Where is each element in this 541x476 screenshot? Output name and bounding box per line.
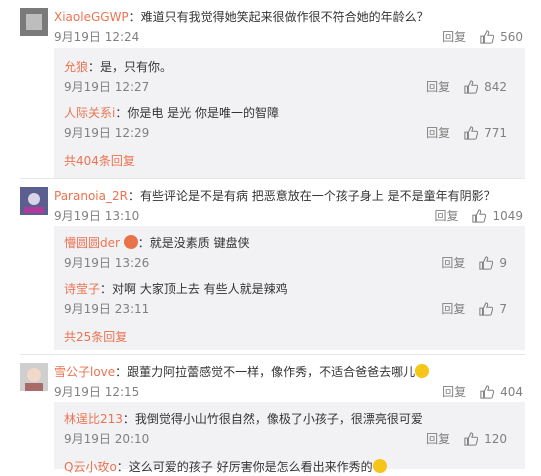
reply-username[interactable]: 人际关系i — [64, 106, 115, 120]
comment-username[interactable]: 雪公子love — [54, 365, 115, 379]
reply-meta: 9月19日 13:26 回复 9 — [64, 254, 525, 272]
angry-emoji-icon — [123, 235, 138, 249]
reply-text: ：这么可爱的孩子 好厉害你是怎么看出来作秀的 — [116, 460, 373, 474]
reply-username[interactable]: 林逞比213 — [64, 412, 123, 426]
reply-list: 林逞比213：我倒觉得小山竹很自然，像极了小孩子，很漂亮很可爱 9月19日 20… — [54, 402, 525, 474]
comment-actions: 回复 1049 — [434, 207, 523, 224]
thumbs-up-icon — [464, 431, 479, 446]
reply-list: 懵圆圆der ：就是没素质 键盘侠 9月19日 13:26 回复 9 诗莹子：对… — [54, 226, 525, 350]
like-button[interactable]: 842 — [464, 80, 507, 94]
thumbs-up-icon — [480, 29, 495, 44]
reply-time: 9月19日 23:11 — [64, 302, 150, 316]
like-count: 1049 — [492, 208, 523, 223]
comment-text: ：跟董力阿拉蕾感觉不一样，像作秀，不适合爸爸去哪儿 — [115, 365, 416, 379]
reply-text: ：你是电 是光 你是唯一的智障 — [115, 106, 279, 120]
like-button[interactable]: 771 — [464, 126, 507, 140]
reply-button[interactable]: 回复 — [426, 124, 450, 141]
comment-text: ：难道只有我觉得她笑起来很做作很不符合她的年龄么？ — [128, 10, 429, 24]
reply-body: 懵圆圆der ：就是没素质 键盘侠 — [64, 234, 515, 252]
reply-meta: 9月19日 12:27 回复 842 — [64, 78, 525, 96]
smile-emoji-icon — [372, 459, 387, 473]
like-button[interactable]: 7 — [479, 302, 507, 316]
reply-body: 允狼：是，只有你。 — [64, 58, 515, 76]
avatar[interactable] — [20, 363, 48, 391]
reply-username[interactable]: 允狼 — [64, 60, 88, 74]
divider — [20, 354, 525, 355]
thumbs-up-icon — [480, 384, 495, 399]
reply-actions: 回复 771 — [426, 124, 507, 141]
reply-button[interactable]: 回复 — [426, 78, 450, 95]
reply-actions: 回复 120 — [426, 430, 507, 447]
reply-actions: 回复 842 — [426, 78, 507, 95]
thumbs-up-icon — [472, 208, 487, 223]
comment-meta: 9月19日 12:15 回复 404 — [54, 383, 541, 401]
reply-body: 林逞比213：我倒觉得小山竹很自然，像极了小孩子，很漂亮很可爱 — [64, 410, 515, 428]
reply-text: ：就是没素质 键盘侠 — [137, 236, 250, 250]
reply-text: ：是，只有你。 — [88, 60, 173, 74]
reply-time: 9月19日 20:10 — [64, 432, 150, 446]
comment-meta: 9月19日 12:24 回复 560 — [54, 28, 541, 46]
like-count: 7 — [499, 301, 507, 316]
reply-meta: 9月19日 20:10 回复 120 — [64, 430, 525, 448]
like-count: 842 — [484, 79, 507, 94]
thumbs-up-icon — [479, 255, 494, 270]
like-count: 560 — [500, 29, 523, 44]
reply-button[interactable]: 回复 — [441, 300, 465, 317]
comment-text: ：有些评论是不是有病 把恶意放在一个孩子身上 是不是童年有阴影？ — [127, 189, 496, 203]
comment-time: 9月19日 12:24 — [54, 30, 140, 44]
like-button[interactable]: 1049 — [472, 209, 523, 223]
comment-time: 9月19日 13:10 — [54, 209, 140, 223]
reply-meta: 9月19日 23:11 回复 7 — [64, 300, 525, 318]
avatar[interactable] — [20, 8, 48, 36]
like-button[interactable]: 9 — [479, 256, 507, 270]
comment-body: 雪公子love：跟董力阿拉蕾感觉不一样，像作秀，不适合爸爸去哪儿 — [54, 363, 531, 381]
reply-username[interactable]: 懵圆圆der — [64, 236, 120, 250]
reply-text: ：对啊 大家顶上去 有些人就是辣鸡 — [100, 282, 288, 296]
reply-body: Q云小玫o：这么可爱的孩子 好厉害你是怎么看出来作秀的 — [64, 458, 515, 476]
avatar[interactable] — [20, 187, 48, 215]
like-count: 120 — [484, 431, 507, 446]
reply-button[interactable]: 回复 — [426, 430, 450, 447]
avatar-image-icon — [20, 8, 48, 36]
like-count: 771 — [484, 125, 507, 140]
comment-actions: 回复 404 — [442, 383, 523, 400]
divider — [20, 178, 525, 179]
reply-body: 诗莹子：对啊 大家顶上去 有些人就是辣鸡 — [64, 280, 515, 298]
like-count: 9 — [499, 255, 507, 270]
reply-button[interactable]: 回复 — [442, 383, 466, 400]
reply-button[interactable]: 回复 — [434, 207, 458, 224]
comment-body: XiaoleGGWP：难道只有我觉得她笑起来很做作很不符合她的年龄么？ — [54, 8, 531, 26]
reply-username[interactable]: Q云小玫o — [64, 460, 117, 474]
like-button[interactable]: 560 — [480, 30, 523, 44]
reply-button[interactable]: 回复 — [441, 254, 465, 271]
reply-time: 9月19日 13:26 — [64, 256, 150, 270]
thinking-emoji-icon — [415, 364, 430, 378]
reply-button[interactable]: 回复 — [442, 28, 466, 45]
reply-actions: 回复 7 — [441, 300, 507, 317]
like-button[interactable]: 404 — [480, 385, 523, 399]
reply-username[interactable]: 诗莹子 — [64, 282, 100, 296]
reply-time: 9月19日 12:27 — [64, 80, 150, 94]
reply-meta: 9月19日 12:29 回复 771 — [64, 124, 525, 142]
comment-time: 9月19日 12:15 — [54, 385, 140, 399]
thumbs-up-icon — [464, 79, 479, 94]
reply-text: ：我倒觉得小山竹很自然，像极了小孩子，很漂亮很可爱 — [122, 412, 423, 426]
comment-meta: 9月19日 13:10 回复 1049 — [54, 207, 541, 225]
avatar-image-icon — [20, 187, 48, 215]
more-replies-link[interactable]: 共25条回复 — [64, 328, 127, 345]
comment-username[interactable]: XiaoleGGWP — [54, 10, 129, 24]
thumbs-up-icon — [479, 301, 494, 316]
more-replies-link[interactable]: 共404条回复 — [64, 152, 135, 169]
avatar-image-icon — [20, 363, 48, 391]
comment-body: Paranoia_2R：有些评论是不是有病 把恶意放在一个孩子身上 是不是童年有… — [54, 187, 531, 205]
reply-time: 9月19日 12:29 — [64, 126, 150, 140]
reply-list: 允狼：是，只有你。 9月19日 12:27 回复 842 人际关系i：你是电 是… — [54, 48, 525, 178]
reply-actions: 回复 9 — [441, 254, 507, 271]
like-button[interactable]: 120 — [464, 432, 507, 446]
thumbs-up-icon — [464, 125, 479, 140]
like-count: 404 — [500, 384, 523, 399]
comment-actions: 回复 560 — [442, 28, 523, 45]
comment-username[interactable]: Paranoia_2R — [54, 189, 128, 203]
reply-body: 人际关系i：你是电 是光 你是唯一的智障 — [64, 104, 515, 122]
